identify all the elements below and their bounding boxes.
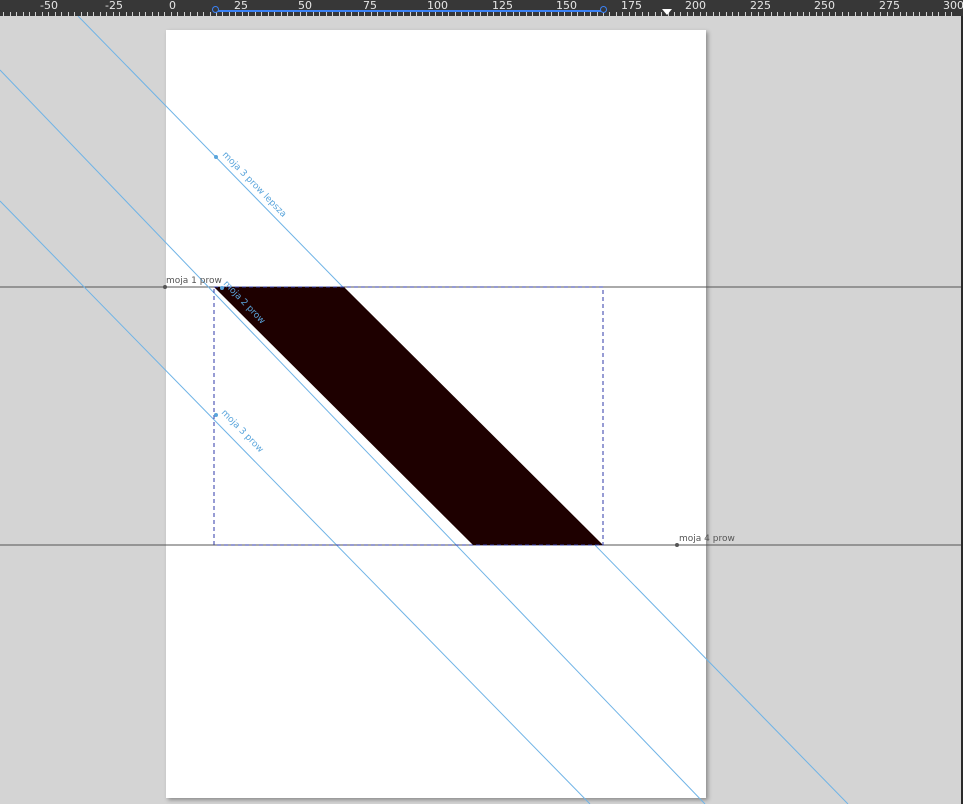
guide-label-moja-4-prow: moja 4 prow <box>679 534 735 544</box>
ruler-position-marker[interactable] <box>662 9 672 15</box>
guide-label-moja-3-prow-lepsza: moja 3 prow lepsza <box>220 150 288 220</box>
ruler-label: -25 <box>105 0 123 12</box>
parallelogram-shape[interactable] <box>214 287 603 545</box>
ruler-label: 250 <box>814 0 835 12</box>
horizontal-ruler[interactable]: -50 -25 0 25 50 75 100 125 150 175 200 225 250 275 300 <box>0 0 963 16</box>
ruler-label: 175 <box>621 0 642 12</box>
guide-label-moja-1-prow: moja 1 prow <box>166 276 222 286</box>
ruler-label: 225 <box>750 0 771 12</box>
guide-line-moja-2-prow[interactable] <box>0 69 706 804</box>
canvas-workspace[interactable]: moja 1 prow moja 4 prow moja 3 prow leps… <box>0 16 961 804</box>
ruler-label: 275 <box>879 0 900 12</box>
ruler-selection-start-handle[interactable] <box>212 6 219 13</box>
guide-anchor-moja-3-prow[interactable] <box>214 413 218 417</box>
ruler-label: 300 <box>943 0 963 12</box>
ruler-label: 200 <box>685 0 706 12</box>
guide-anchor-moja-3-prow-lepsza[interactable] <box>214 155 218 159</box>
ruler-label: 0 <box>169 0 176 12</box>
ruler-selection-range <box>214 10 603 12</box>
ruler-label: -50 <box>40 0 58 12</box>
canvas-overlay: moja 1 prow moja 4 prow moja 3 prow leps… <box>0 16 961 804</box>
ruler-selection-end-handle[interactable] <box>600 6 607 13</box>
